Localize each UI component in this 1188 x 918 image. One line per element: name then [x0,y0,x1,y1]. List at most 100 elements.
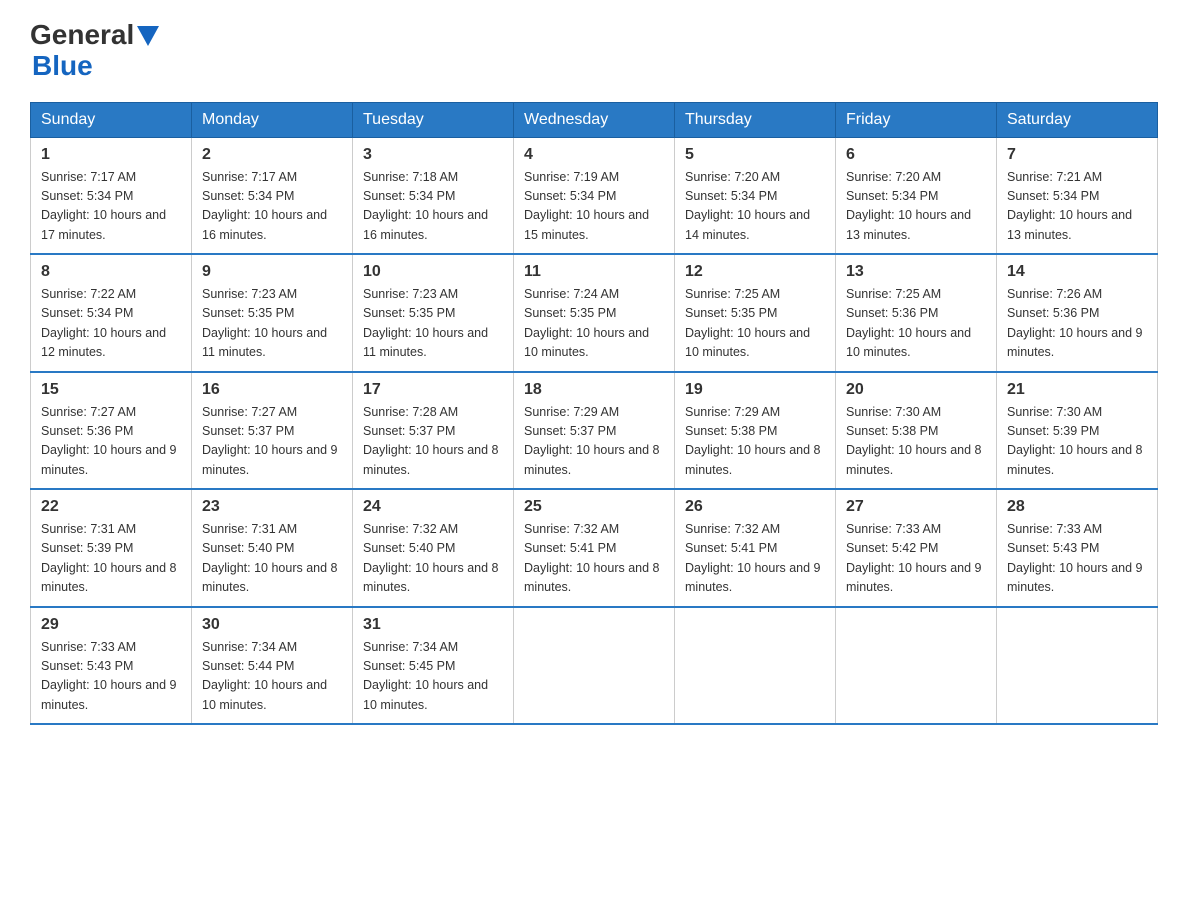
day-info: Sunrise: 7:33 AMSunset: 5:42 PMDaylight:… [846,522,982,594]
day-info: Sunrise: 7:32 AMSunset: 5:41 PMDaylight:… [524,522,660,594]
calendar-cell: 12 Sunrise: 7:25 AMSunset: 5:35 PMDaylig… [675,254,836,372]
day-number: 20 [846,381,986,399]
day-number: 2 [202,146,342,164]
calendar-cell: 30 Sunrise: 7:34 AMSunset: 5:44 PMDaylig… [192,607,353,725]
calendar-cell: 14 Sunrise: 7:26 AMSunset: 5:36 PMDaylig… [997,254,1158,372]
day-number: 18 [524,381,664,399]
calendar-cell: 25 Sunrise: 7:32 AMSunset: 5:41 PMDaylig… [514,489,675,607]
calendar-cell: 22 Sunrise: 7:31 AMSunset: 5:39 PMDaylig… [31,489,192,607]
calendar-week-row: 8 Sunrise: 7:22 AMSunset: 5:34 PMDayligh… [31,254,1158,372]
calendar-week-row: 1 Sunrise: 7:17 AMSunset: 5:34 PMDayligh… [31,137,1158,254]
day-info: Sunrise: 7:29 AMSunset: 5:37 PMDaylight:… [524,405,660,477]
calendar-cell: 17 Sunrise: 7:28 AMSunset: 5:37 PMDaylig… [353,372,514,490]
weekday-header-monday: Monday [192,102,353,137]
day-number: 31 [363,616,503,634]
calendar-cell: 3 Sunrise: 7:18 AMSunset: 5:34 PMDayligh… [353,137,514,254]
day-number: 26 [685,498,825,516]
day-info: Sunrise: 7:33 AMSunset: 5:43 PMDaylight:… [41,640,177,712]
calendar-cell: 10 Sunrise: 7:23 AMSunset: 5:35 PMDaylig… [353,254,514,372]
day-info: Sunrise: 7:32 AMSunset: 5:40 PMDaylight:… [363,522,499,594]
calendar-cell: 13 Sunrise: 7:25 AMSunset: 5:36 PMDaylig… [836,254,997,372]
day-number: 29 [41,616,181,634]
day-number: 11 [524,263,664,281]
day-number: 22 [41,498,181,516]
calendar-cell: 4 Sunrise: 7:19 AMSunset: 5:34 PMDayligh… [514,137,675,254]
calendar-table: SundayMondayTuesdayWednesdayThursdayFrid… [30,102,1158,726]
day-info: Sunrise: 7:17 AMSunset: 5:34 PMDaylight:… [202,170,327,242]
weekday-header-wednesday: Wednesday [514,102,675,137]
calendar-cell: 2 Sunrise: 7:17 AMSunset: 5:34 PMDayligh… [192,137,353,254]
calendar-cell: 28 Sunrise: 7:33 AMSunset: 5:43 PMDaylig… [997,489,1158,607]
day-info: Sunrise: 7:24 AMSunset: 5:35 PMDaylight:… [524,287,649,359]
day-info: Sunrise: 7:21 AMSunset: 5:34 PMDaylight:… [1007,170,1132,242]
day-info: Sunrise: 7:28 AMSunset: 5:37 PMDaylight:… [363,405,499,477]
day-number: 13 [846,263,986,281]
calendar-cell: 20 Sunrise: 7:30 AMSunset: 5:38 PMDaylig… [836,372,997,490]
day-number: 10 [363,263,503,281]
calendar-cell: 1 Sunrise: 7:17 AMSunset: 5:34 PMDayligh… [31,137,192,254]
day-number: 6 [846,146,986,164]
weekday-header-friday: Friday [836,102,997,137]
calendar-cell: 8 Sunrise: 7:22 AMSunset: 5:34 PMDayligh… [31,254,192,372]
calendar-cell [514,607,675,725]
day-info: Sunrise: 7:34 AMSunset: 5:44 PMDaylight:… [202,640,327,712]
logo-triangle-icon [137,26,159,46]
day-info: Sunrise: 7:20 AMSunset: 5:34 PMDaylight:… [846,170,971,242]
calendar-cell: 29 Sunrise: 7:33 AMSunset: 5:43 PMDaylig… [31,607,192,725]
calendar-week-row: 22 Sunrise: 7:31 AMSunset: 5:39 PMDaylig… [31,489,1158,607]
day-info: Sunrise: 7:27 AMSunset: 5:37 PMDaylight:… [202,405,338,477]
day-info: Sunrise: 7:23 AMSunset: 5:35 PMDaylight:… [363,287,488,359]
calendar-cell: 24 Sunrise: 7:32 AMSunset: 5:40 PMDaylig… [353,489,514,607]
day-info: Sunrise: 7:17 AMSunset: 5:34 PMDaylight:… [41,170,166,242]
day-number: 24 [363,498,503,516]
day-number: 4 [524,146,664,164]
day-number: 23 [202,498,342,516]
calendar-cell [997,607,1158,725]
weekday-header-thursday: Thursday [675,102,836,137]
day-number: 17 [363,381,503,399]
calendar-cell: 5 Sunrise: 7:20 AMSunset: 5:34 PMDayligh… [675,137,836,254]
day-info: Sunrise: 7:34 AMSunset: 5:45 PMDaylight:… [363,640,488,712]
day-number: 16 [202,381,342,399]
day-info: Sunrise: 7:27 AMSunset: 5:36 PMDaylight:… [41,405,177,477]
day-info: Sunrise: 7:20 AMSunset: 5:34 PMDaylight:… [685,170,810,242]
day-info: Sunrise: 7:31 AMSunset: 5:40 PMDaylight:… [202,522,338,594]
day-number: 9 [202,263,342,281]
day-info: Sunrise: 7:23 AMSunset: 5:35 PMDaylight:… [202,287,327,359]
weekday-header-row: SundayMondayTuesdayWednesdayThursdayFrid… [31,102,1158,137]
day-number: 8 [41,263,181,281]
day-info: Sunrise: 7:25 AMSunset: 5:36 PMDaylight:… [846,287,971,359]
logo-general: General [30,20,134,51]
weekday-header-saturday: Saturday [997,102,1158,137]
calendar-cell: 6 Sunrise: 7:20 AMSunset: 5:34 PMDayligh… [836,137,997,254]
day-info: Sunrise: 7:22 AMSunset: 5:34 PMDaylight:… [41,287,166,359]
day-number: 21 [1007,381,1147,399]
calendar-cell [836,607,997,725]
weekday-header-tuesday: Tuesday [353,102,514,137]
day-number: 14 [1007,263,1147,281]
day-info: Sunrise: 7:19 AMSunset: 5:34 PMDaylight:… [524,170,649,242]
calendar-cell: 23 Sunrise: 7:31 AMSunset: 5:40 PMDaylig… [192,489,353,607]
day-info: Sunrise: 7:33 AMSunset: 5:43 PMDaylight:… [1007,522,1143,594]
day-info: Sunrise: 7:25 AMSunset: 5:35 PMDaylight:… [685,287,810,359]
calendar-cell: 21 Sunrise: 7:30 AMSunset: 5:39 PMDaylig… [997,372,1158,490]
day-info: Sunrise: 7:31 AMSunset: 5:39 PMDaylight:… [41,522,177,594]
calendar-cell: 31 Sunrise: 7:34 AMSunset: 5:45 PMDaylig… [353,607,514,725]
calendar-header: SundayMondayTuesdayWednesdayThursdayFrid… [31,102,1158,137]
day-number: 1 [41,146,181,164]
calendar-cell: 11 Sunrise: 7:24 AMSunset: 5:35 PMDaylig… [514,254,675,372]
day-info: Sunrise: 7:32 AMSunset: 5:41 PMDaylight:… [685,522,821,594]
day-number: 27 [846,498,986,516]
day-number: 7 [1007,146,1147,164]
day-info: Sunrise: 7:18 AMSunset: 5:34 PMDaylight:… [363,170,488,242]
calendar-cell: 7 Sunrise: 7:21 AMSunset: 5:34 PMDayligh… [997,137,1158,254]
logo-blue: Blue [32,50,93,81]
day-number: 15 [41,381,181,399]
day-number: 12 [685,263,825,281]
weekday-header-sunday: Sunday [31,102,192,137]
day-info: Sunrise: 7:26 AMSunset: 5:36 PMDaylight:… [1007,287,1143,359]
day-number: 28 [1007,498,1147,516]
page-header: General Blue [30,20,1158,82]
day-number: 5 [685,146,825,164]
calendar-week-row: 29 Sunrise: 7:33 AMSunset: 5:43 PMDaylig… [31,607,1158,725]
